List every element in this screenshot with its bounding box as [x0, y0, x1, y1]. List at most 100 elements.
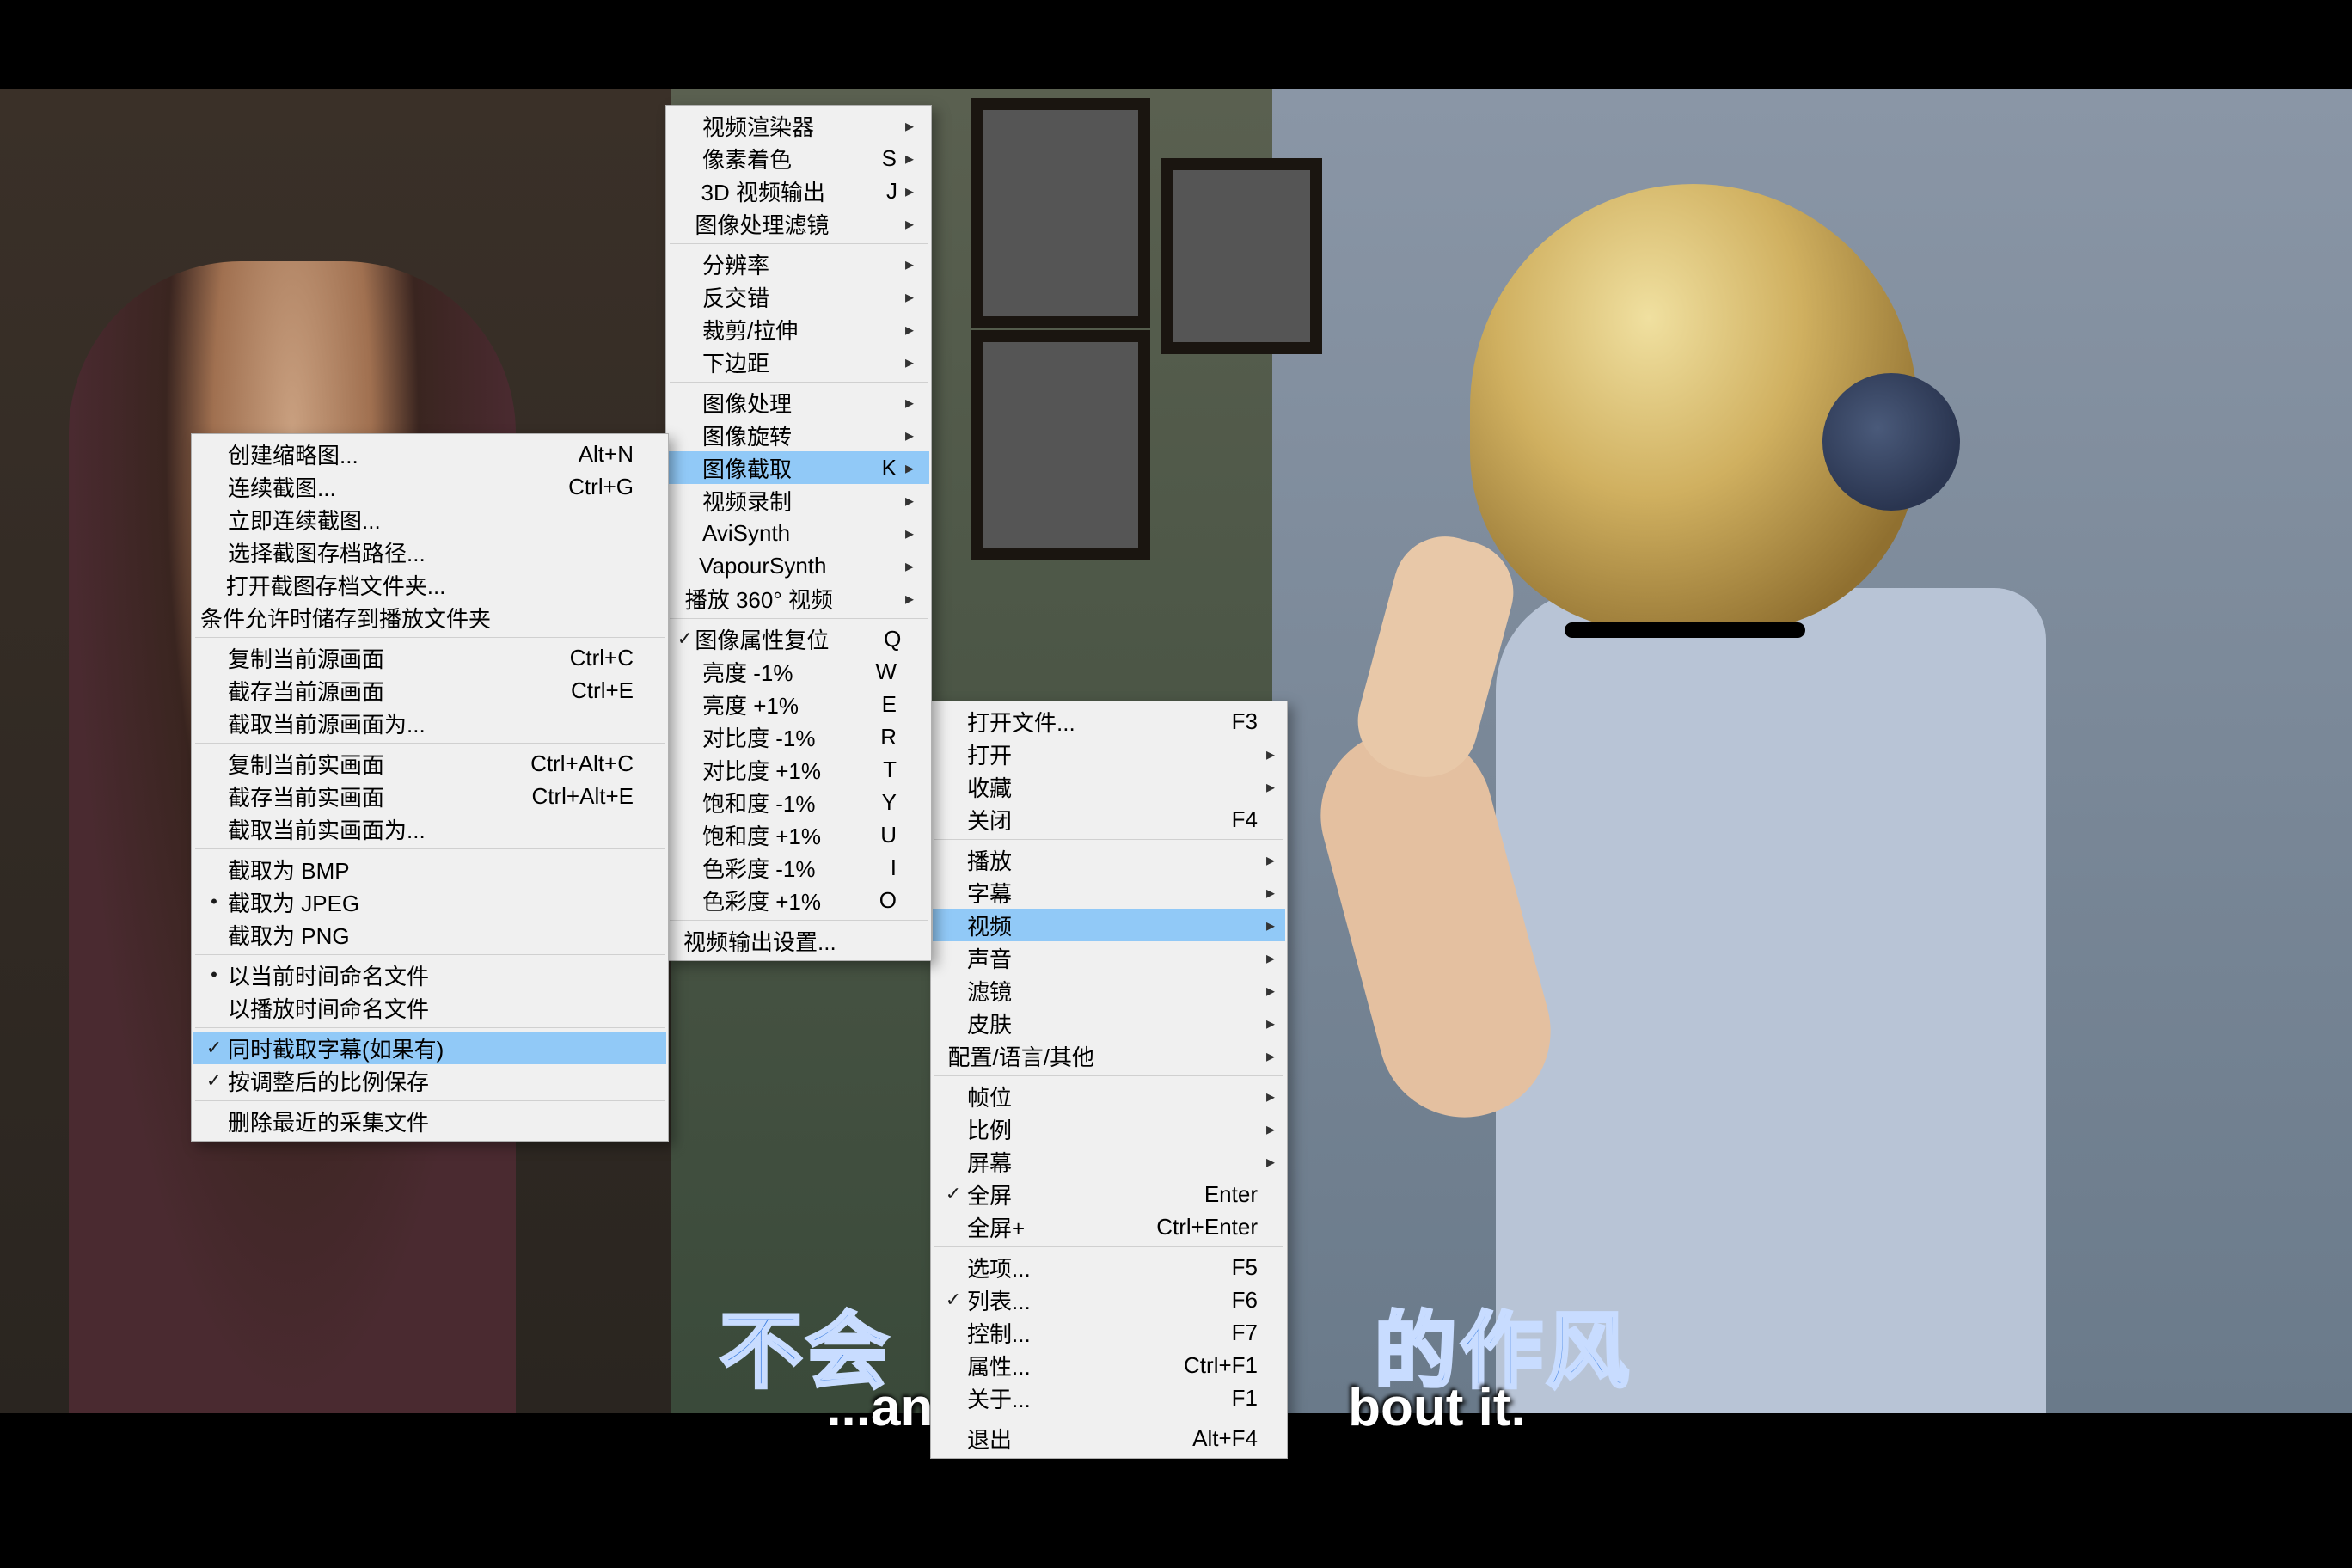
menu-item[interactable]: 图像处理滤镜▸	[668, 207, 929, 240]
menu-item[interactable]: 像素着色S▸	[668, 142, 929, 175]
submenu-arrow-icon: ▸	[897, 523, 914, 544]
menu-item[interactable]: 图像处理▸	[668, 386, 929, 419]
menu-item[interactable]: 皮肤▸	[933, 1007, 1285, 1039]
menu-item[interactable]: 亮度 +1%E	[668, 688, 929, 720]
menu-item[interactable]: 比例▸	[933, 1112, 1285, 1145]
menu-item[interactable]: 创建缩略图...Alt+N	[193, 438, 666, 470]
menu-item[interactable]: 屏幕▸	[933, 1145, 1285, 1178]
menu-item-label: 选项...	[967, 1252, 1031, 1283]
check-icon: ✓	[200, 1037, 228, 1059]
menu-item[interactable]: 播放 360° 视频▸	[668, 582, 929, 615]
menu-item[interactable]: AviSynth▸	[668, 517, 929, 549]
menu-item[interactable]: 连续截图...Ctrl+G	[193, 470, 666, 503]
menu-item[interactable]: 3D 视频输出J▸	[668, 175, 929, 207]
menu-item[interactable]: 关闭F4	[933, 803, 1285, 836]
menu-item[interactable]: 全屏+Ctrl+Enter	[933, 1210, 1285, 1243]
menu-item-label: 条件允许时储存到播放文件夹	[200, 602, 491, 634]
submenu-arrow-icon: ▸	[897, 254, 914, 275]
menu-item[interactable]: 对比度 -1%R	[668, 720, 929, 753]
submenu-arrow-icon: ▸	[1258, 1151, 1275, 1173]
menu-item[interactable]: 图像旋转▸	[668, 419, 929, 451]
menu-item[interactable]: 截存当前实画面Ctrl+Alt+E	[193, 780, 666, 812]
menu-item-shortcut: Alt+N	[487, 441, 634, 468]
menu-separator	[195, 1027, 665, 1028]
check-icon: ✓	[940, 1289, 967, 1311]
submenu-arrow-icon: ▸	[1258, 980, 1275, 1001]
menu-separator	[670, 382, 928, 383]
menu-item[interactable]: 退出Alt+F4	[933, 1422, 1285, 1455]
submenu-capture[interactable]: 创建缩略图...Alt+N连续截图...Ctrl+G立即连续截图...选择截图存…	[191, 433, 669, 1142]
menu-item[interactable]: 帧位▸	[933, 1080, 1285, 1112]
menu-item[interactable]: 复制当前源画面Ctrl+C	[193, 641, 666, 674]
menu-item-label: 以播放时间命名文件	[228, 992, 429, 1024]
menu-item[interactable]: 裁剪/拉伸▸	[668, 313, 929, 346]
menu-item[interactable]: 亮度 -1%W	[668, 655, 929, 688]
menu-item[interactable]: ✓同时截取字幕(如果有)	[193, 1032, 666, 1064]
menu-item-label: 像素着色	[702, 143, 792, 175]
menu-item[interactable]: ✓列表...F6	[933, 1283, 1285, 1316]
menu-item[interactable]: 对比度 +1%T	[668, 753, 929, 786]
menu-item[interactable]: 滤镜▸	[933, 974, 1285, 1007]
menu-item[interactable]: 分辨率▸	[668, 248, 929, 280]
menu-item[interactable]: 截存当前源画面Ctrl+E	[193, 674, 666, 707]
menu-item[interactable]: VapourSynth▸	[668, 549, 929, 582]
menu-item-label: 对比度 -1%	[702, 721, 815, 753]
person-right	[1341, 175, 1994, 1413]
context-menu-main[interactable]: 打开文件...F3打开▸收藏▸关闭F4播放▸字幕▸视频▸声音▸滤镜▸皮肤▸配置/…	[930, 701, 1288, 1459]
menu-item[interactable]: 图像截取K▸	[668, 451, 929, 484]
menu-item[interactable]: 下边距▸	[668, 346, 929, 378]
menu-item-label: 以当前时间命名文件	[228, 959, 429, 991]
menu-item[interactable]: 声音▸	[933, 941, 1285, 974]
menu-item[interactable]: 视频输出设置...	[668, 924, 929, 957]
menu-item[interactable]: 饱和度 +1%U	[668, 818, 929, 851]
menu-item[interactable]: 截取当前实画面为...	[193, 812, 666, 845]
submenu-arrow-icon: ▸	[1258, 1118, 1275, 1140]
menu-item[interactable]: 视频录制▸	[668, 484, 929, 517]
menu-item[interactable]: 复制当前实画面Ctrl+Alt+C	[193, 747, 666, 780]
menu-item[interactable]: 截取为 BMP	[193, 853, 666, 885]
submenu-video[interactable]: 视频渲染器▸像素着色S▸3D 视频输出J▸图像处理滤镜▸ 分辨率▸反交错▸裁剪/拉…	[665, 105, 932, 961]
menu-item[interactable]: ✓全屏Enter	[933, 1178, 1285, 1210]
menu-item[interactable]: 视频▸	[933, 909, 1285, 941]
menu-item[interactable]: ✓图像属性复位Q	[668, 622, 929, 655]
menu-item[interactable]: 关于...F1	[933, 1381, 1285, 1414]
menu-item[interactable]: •以当前时间命名文件	[193, 959, 666, 991]
menu-item-label: 亮度 -1%	[702, 656, 793, 688]
menu-item-shortcut: F4	[1129, 806, 1258, 833]
menu-item[interactable]: 播放▸	[933, 843, 1285, 876]
menu-item[interactable]: 以播放时间命名文件	[193, 991, 666, 1024]
menu-item[interactable]: 反交错▸	[668, 280, 929, 313]
menu-item[interactable]: 控制...F7	[933, 1316, 1285, 1349]
menu-item[interactable]: 收藏▸	[933, 770, 1285, 803]
menu-item-label: 打开	[967, 738, 1012, 770]
menu-separator	[670, 618, 928, 619]
submenu-arrow-icon: ▸	[897, 286, 914, 308]
menu-item-label: 打开截图存档文件夹...	[226, 569, 446, 601]
submenu-arrow-icon: ▸	[1258, 1086, 1275, 1107]
menu-item[interactable]: 色彩度 +1%O	[668, 884, 929, 916]
menu-item[interactable]: 截取当前源画面为...	[193, 707, 666, 739]
torso	[1496, 588, 2046, 1413]
menu-item[interactable]: •截取为 JPEG	[193, 885, 666, 918]
menu-item[interactable]: 打开截图存档文件夹...	[193, 568, 666, 601]
menu-item[interactable]: 条件允许时储存到播放文件夹	[193, 601, 666, 634]
menu-item[interactable]: 配置/语言/其他▸	[933, 1039, 1285, 1072]
menu-item[interactable]: 选择截图存档路径...	[193, 536, 666, 568]
menu-item[interactable]: 打开▸	[933, 738, 1285, 770]
menu-item[interactable]: ✓按调整后的比例保存	[193, 1064, 666, 1097]
menu-item[interactable]: 选项...F5	[933, 1251, 1285, 1283]
menu-item-label: 截取为 PNG	[228, 919, 350, 951]
menu-item[interactable]: 色彩度 -1%I	[668, 851, 929, 884]
menu-item[interactable]: 饱和度 -1%Y	[668, 786, 929, 818]
menu-item[interactable]: 视频渲染器▸	[668, 109, 929, 142]
menu-item-label: 按调整后的比例保存	[228, 1065, 429, 1097]
menu-item[interactable]: 立即连续截图...	[193, 503, 666, 536]
menu-item[interactable]: 字幕▸	[933, 876, 1285, 909]
menu-item[interactable]: 删除最近的采集文件	[193, 1105, 666, 1137]
menu-separator	[670, 243, 928, 244]
menu-item[interactable]: 截取为 PNG	[193, 918, 666, 951]
menu-item-label: 饱和度 +1%	[702, 819, 821, 851]
menu-item[interactable]: 属性...Ctrl+F1	[933, 1349, 1285, 1381]
menu-item[interactable]: 打开文件...F3	[933, 705, 1285, 738]
menu-item-label: 复制当前实画面	[228, 748, 384, 780]
